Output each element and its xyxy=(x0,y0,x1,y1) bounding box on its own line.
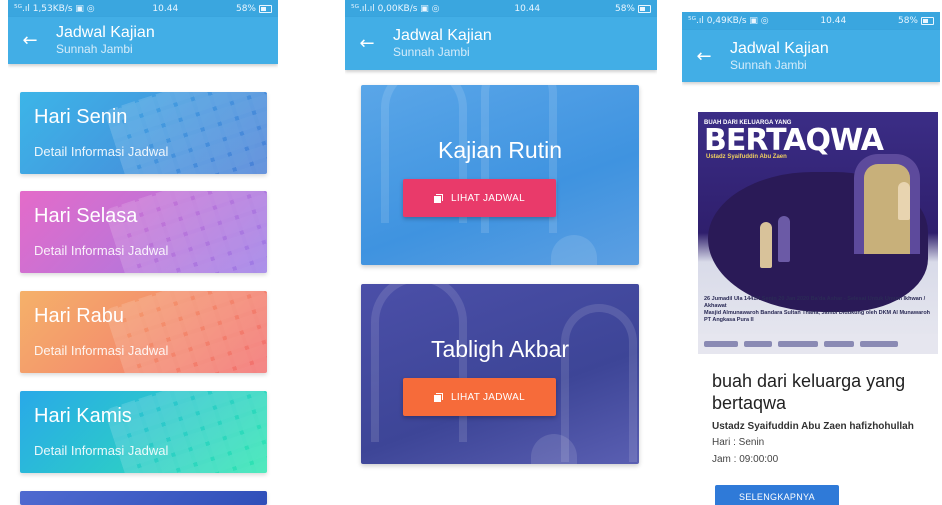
poster-heading-large: BERTAQWA xyxy=(704,123,884,158)
mosque-arch-graphic xyxy=(561,304,637,462)
selengkapnya-button[interactable]: SELENGKAPNYA xyxy=(715,485,839,505)
copy-icon xyxy=(434,392,443,402)
keyboard-background-graphic xyxy=(104,291,267,373)
poster-figure-person xyxy=(760,222,772,268)
poster-figure-person xyxy=(778,216,790,262)
app-bar: ← Jadwal Kajian Sunnah Jambi xyxy=(345,17,657,70)
day-card-next[interactable] xyxy=(20,491,267,505)
event-detail-day: Hari : Senin xyxy=(712,437,765,448)
mosque-dome-graphic xyxy=(551,235,597,265)
copy-icon xyxy=(434,193,443,203)
event-card-title: Kajian Rutin xyxy=(437,137,563,163)
status-bar: ⁵ᴳ.ıl.ıl 0,00KB/s ▣ ◎ 10.44 58% xyxy=(345,0,657,17)
lihat-jadwal-button[interactable]: LIHAT JADWAL xyxy=(403,179,556,217)
day-card-kamis[interactable]: Hari Kamis Detail Informasi Jadwal xyxy=(20,391,267,473)
status-battery: 58% xyxy=(615,4,651,14)
poster-speaker: Ustadz Syaifuddin Abu Zaen xyxy=(706,154,787,160)
poster-info-text: 26 Jumadil Ula 1441H Senin 20 Jan 2020 B… xyxy=(704,296,931,323)
poster-arch-graphic xyxy=(854,154,920,254)
status-network: ⁵ᴳ.ıl 1,53KB/s ▣ ◎ xyxy=(14,3,95,14)
day-card-title: Hari Senin xyxy=(34,106,128,128)
back-arrow-icon[interactable]: ← xyxy=(351,33,383,54)
status-battery: 58% xyxy=(236,4,272,14)
event-card-title: Tabligh Akbar xyxy=(430,336,570,362)
event-detail-speaker: Ustadz Syaifuddin Abu Zaen hafizhohullah xyxy=(712,421,914,432)
day-card-title: Hari Selasa xyxy=(34,205,138,227)
lihat-jadwal-button[interactable]: LIHAT JADWAL xyxy=(403,378,556,416)
status-time: 10.44 xyxy=(514,3,541,14)
mosque-arch-graphic xyxy=(371,284,467,442)
app-title: Jadwal Kajian xyxy=(730,39,829,57)
poster-figure-person xyxy=(898,182,910,220)
poster-sponsor-strip xyxy=(698,334,938,354)
app-subtitle: Sunnah Jambi xyxy=(730,57,807,72)
keyboard-background-graphic xyxy=(104,191,267,273)
phone-screen-event-types: ⁵ᴳ.ıl.ıl 0,00KB/s ▣ ◎ 10.44 58% ← Jadwal… xyxy=(345,0,657,505)
day-card-senin[interactable]: Hari Senin Detail Informasi Jadwal xyxy=(20,92,267,174)
back-arrow-icon[interactable]: ← xyxy=(14,30,46,51)
event-detail-title: buah dari keluarga yang bertaqwa xyxy=(712,371,906,413)
status-bar: ⁵ᴳ.ıl 0,49KB/s ▣ ◎ 10.44 58% xyxy=(682,12,940,30)
phone-screen-event-detail: ⁵ᴳ.ıl 0,49KB/s ▣ ◎ 10.44 58% ← Jadwal Ka… xyxy=(682,0,940,505)
day-card-rabu[interactable]: Hari Rabu Detail Informasi Jadwal xyxy=(20,291,267,373)
app-subtitle: Sunnah Jambi xyxy=(56,42,133,56)
day-card-title: Hari Rabu xyxy=(34,305,125,327)
battery-icon xyxy=(259,4,272,13)
day-card-title: Hari Kamis xyxy=(34,405,132,427)
event-card-tabligh-akbar[interactable]: Tabligh Akbar LIHAT JADWAL xyxy=(361,284,639,464)
status-network: ⁵ᴳ.ıl.ıl 0,00KB/s ▣ ◎ xyxy=(351,3,440,14)
status-network: ⁵ᴳ.ıl 0,49KB/s ▣ ◎ xyxy=(688,16,769,26)
app-title: Jadwal Kajian xyxy=(393,27,492,44)
back-arrow-icon[interactable]: ← xyxy=(688,46,720,67)
event-poster-image: BUAH DARI KELUARGA YANG BERTAQWA Ustadz … xyxy=(698,112,938,354)
app-bar: ← Jadwal Kajian Sunnah Jambi xyxy=(8,17,278,64)
day-card-detail: Detail Informasi Jadwal xyxy=(34,144,169,159)
status-bar: ⁵ᴳ.ıl 1,53KB/s ▣ ◎ 10.44 58% xyxy=(8,0,278,17)
status-battery: 58% xyxy=(898,16,934,26)
app-subtitle: Sunnah Jambi xyxy=(393,45,470,59)
day-card-selasa[interactable]: Hari Selasa Detail Informasi Jadwal xyxy=(20,191,267,273)
battery-icon xyxy=(921,17,934,25)
day-card-detail: Detail Informasi Jadwal xyxy=(34,343,169,358)
keyboard-background-graphic xyxy=(104,92,267,174)
day-card-detail: Detail Informasi Jadwal xyxy=(34,243,169,258)
phone-screen-day-list: ⁵ᴳ.ıl 1,53KB/s ▣ ◎ 10.44 58% ← Jadwal Ka… xyxy=(8,0,278,505)
status-time: 10.44 xyxy=(152,3,179,14)
app-title: Jadwal Kajian xyxy=(56,24,155,41)
day-card-detail: Detail Informasi Jadwal xyxy=(34,443,169,458)
event-card-kajian-rutin[interactable]: Kajian Rutin LIHAT JADWAL xyxy=(361,85,639,265)
event-detail-time: Jam : 09:00:00 xyxy=(712,454,779,465)
status-time: 10.44 xyxy=(820,16,847,26)
app-bar: ← Jadwal Kajian Sunnah Jambi xyxy=(682,30,940,82)
keyboard-background-graphic xyxy=(104,391,267,473)
battery-icon xyxy=(638,4,651,13)
